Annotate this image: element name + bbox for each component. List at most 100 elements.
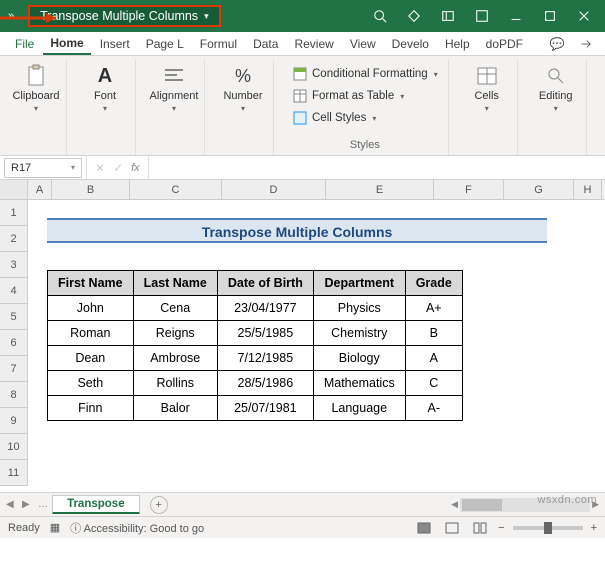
cell[interactable]: A — [405, 346, 462, 371]
zoom-in-button[interactable]: + — [591, 522, 597, 534]
col-header[interactable]: H — [574, 180, 602, 199]
share-icon[interactable] — [573, 32, 597, 55]
cell[interactable]: 25/07/1981 — [217, 396, 313, 421]
col-header[interactable]: D — [222, 180, 326, 199]
clipboard-button[interactable]: Clipboard ▾ — [12, 64, 60, 113]
scroll-right-icon[interactable]: ▶ — [592, 499, 599, 510]
cell[interactable]: Ambrose — [133, 346, 217, 371]
col-header[interactable]: B — [52, 180, 130, 199]
maximize-button[interactable] — [533, 2, 567, 30]
cell[interactable]: Balor — [133, 396, 217, 421]
row-header[interactable]: 6 — [0, 330, 28, 356]
zoom-slider[interactable] — [513, 526, 583, 530]
tab-insert[interactable]: Insert — [93, 32, 137, 55]
tab-review[interactable]: Review — [287, 32, 340, 55]
cell[interactable]: Seth — [48, 371, 134, 396]
macro-icon[interactable]: ▦ — [50, 521, 60, 534]
formula-input[interactable] — [149, 156, 605, 179]
select-all-corner[interactable] — [0, 180, 28, 199]
col-header[interactable]: F — [434, 180, 504, 199]
cell[interactable]: Mathematics — [313, 371, 405, 396]
name-box[interactable]: R17 ▾ — [4, 158, 82, 178]
collab-icon[interactable] — [431, 2, 465, 30]
analyze-button[interactable]: An D — [601, 64, 605, 115]
cell[interactable]: Cena — [133, 296, 217, 321]
view-normal-icon[interactable] — [414, 520, 434, 536]
view-page-break-icon[interactable] — [470, 520, 490, 536]
cells-button[interactable]: Cells ▾ — [463, 64, 511, 113]
worksheet-grid[interactable]: A B C D E F G H 1 2 3 4 5 6 7 8 9 10 11 … — [0, 180, 605, 492]
cell[interactable]: Rollins — [133, 371, 217, 396]
col-header[interactable]: E — [326, 180, 434, 199]
cancel-icon[interactable]: ✕ — [95, 161, 105, 175]
tab-home[interactable]: Home — [43, 32, 90, 55]
col-header[interactable]: A — [28, 180, 52, 199]
cell[interactable]: Roman — [48, 321, 134, 346]
cell[interactable]: A+ — [405, 296, 462, 321]
cell[interactable]: Dean — [48, 346, 134, 371]
table-header[interactable]: Date of Birth — [217, 271, 313, 296]
add-sheet-button[interactable]: + — [150, 496, 168, 514]
sheet-tab-active[interactable]: Transpose — [52, 495, 140, 514]
comments-icon[interactable]: 💬 — [545, 32, 569, 55]
col-header[interactable]: C — [130, 180, 222, 199]
table-header[interactable]: First Name — [48, 271, 134, 296]
scrollbar-thumb[interactable] — [462, 499, 502, 511]
table-header[interactable]: Last Name — [133, 271, 217, 296]
row-header[interactable]: 7 — [0, 356, 28, 382]
cell[interactable]: 7/12/1985 — [217, 346, 313, 371]
row-header[interactable]: 8 — [0, 382, 28, 408]
tab-page-layout[interactable]: Page L — [139, 32, 191, 55]
tab-formulas[interactable]: Formul — [193, 32, 244, 55]
tab-view[interactable]: View — [343, 32, 383, 55]
cell[interactable]: A- — [405, 396, 462, 421]
tab-data[interactable]: Data — [246, 32, 285, 55]
number-button[interactable]: % Number ▾ — [219, 64, 267, 113]
zoom-thumb[interactable] — [544, 522, 552, 534]
accessibility-status[interactable]: ⓘ Accessibility: Good to go — [70, 520, 204, 536]
row-header[interactable]: 3 — [0, 252, 28, 278]
scroll-left-icon[interactable]: ◀ — [451, 499, 458, 510]
search-icon[interactable] — [363, 2, 397, 30]
close-button[interactable] — [567, 2, 601, 30]
row-header[interactable]: 9 — [0, 408, 28, 434]
cell-styles-button[interactable]: Cell Styles ▾ — [288, 108, 442, 128]
row-header[interactable]: 2 — [0, 226, 28, 252]
cell[interactable]: Chemistry — [313, 321, 405, 346]
alignment-button[interactable]: Alignment ▾ — [150, 64, 198, 113]
table-header[interactable]: Grade — [405, 271, 462, 296]
row-header[interactable]: 5 — [0, 304, 28, 330]
cell[interactable]: 25/5/1985 — [217, 321, 313, 346]
row-header[interactable]: 1 — [0, 200, 28, 226]
cell[interactable]: Finn — [48, 396, 134, 421]
tab-help[interactable]: Help — [438, 32, 477, 55]
format-as-table-button[interactable]: Format as Table ▾ — [288, 86, 442, 106]
cell[interactable]: Language — [313, 396, 405, 421]
row-header[interactable]: 10 — [0, 434, 28, 460]
view-page-layout-icon[interactable] — [442, 520, 462, 536]
horizontal-scrollbar[interactable] — [460, 498, 590, 512]
cell[interactable]: B — [405, 321, 462, 346]
cell[interactable]: John — [48, 296, 134, 321]
table-header[interactable]: Department — [313, 271, 405, 296]
cell[interactable]: Physics — [313, 296, 405, 321]
zoom-out-button[interactable]: − — [498, 522, 504, 534]
editing-button[interactable]: Editing ▾ — [532, 64, 580, 113]
tab-file[interactable]: File — [8, 32, 41, 55]
fx-icon[interactable]: fx — [131, 162, 140, 174]
sheet-nav[interactable]: ◀ ▶ … — [6, 499, 48, 510]
conditional-formatting-button[interactable]: Conditional Formatting ▾ — [288, 64, 442, 84]
diamond-icon[interactable] — [397, 2, 431, 30]
tab-dopdf[interactable]: doPDF — [479, 32, 530, 55]
cell[interactable]: C — [405, 371, 462, 396]
font-button[interactable]: A Font ▾ — [81, 64, 129, 113]
cell[interactable]: 28/5/1986 — [217, 371, 313, 396]
cell[interactable]: 23/04/1977 — [217, 296, 313, 321]
row-header[interactable]: 11 — [0, 460, 28, 486]
col-header[interactable]: G — [504, 180, 574, 199]
enter-icon[interactable]: ✓ — [113, 161, 123, 175]
row-header[interactable]: 4 — [0, 278, 28, 304]
cell[interactable]: Reigns — [133, 321, 217, 346]
cell[interactable]: Biology — [313, 346, 405, 371]
minimize-button[interactable] — [499, 2, 533, 30]
